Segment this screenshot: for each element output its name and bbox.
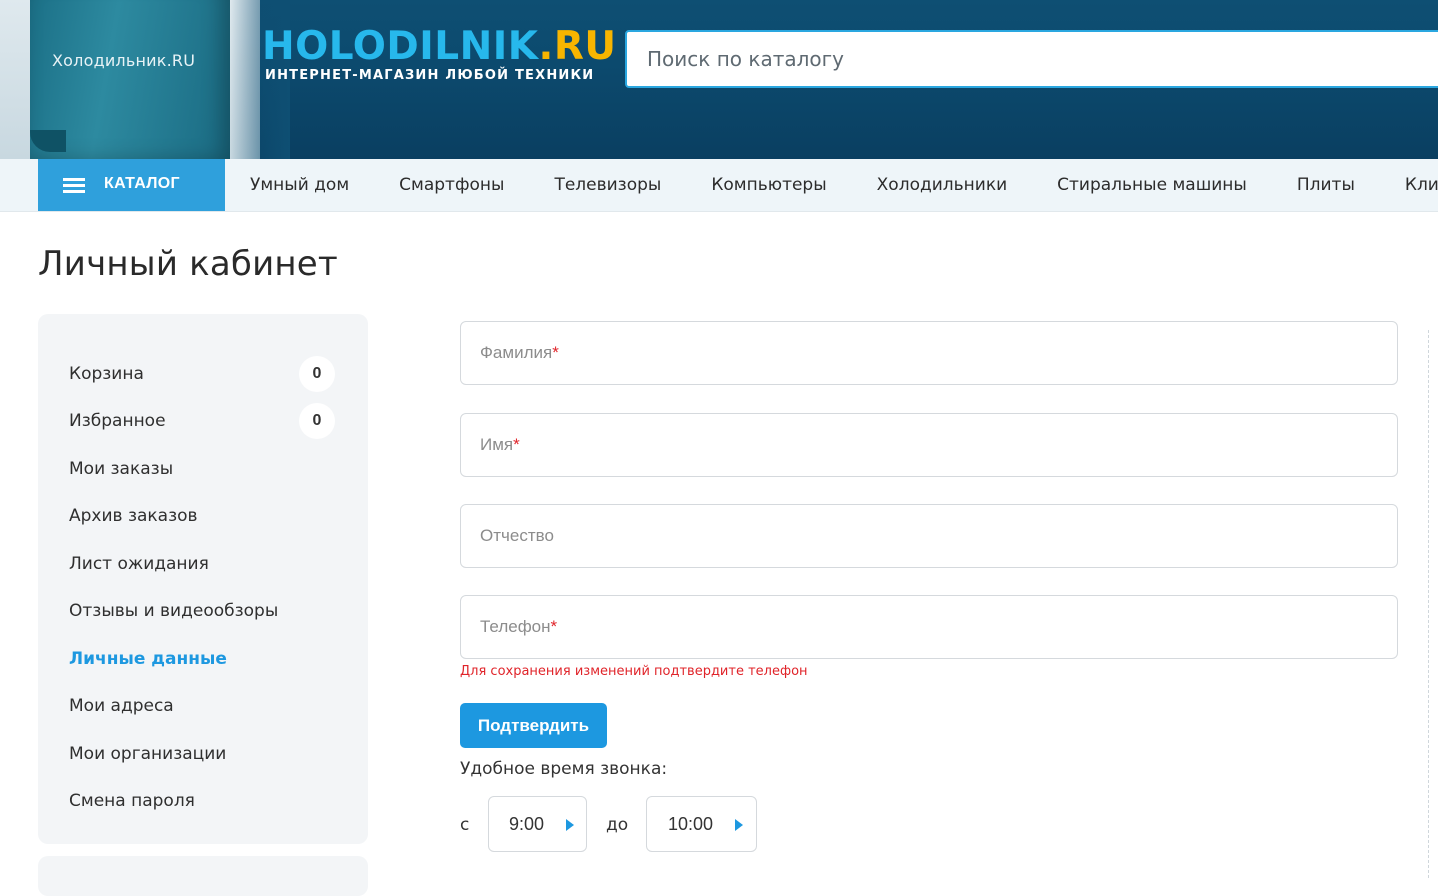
sidebar-item-addresses[interactable]: Мои адреса (69, 696, 174, 716)
sidebar-item-favorites[interactable]: Избранное (69, 411, 166, 431)
sidebar-item-personal-data[interactable]: Личные данные (69, 649, 227, 669)
search-box (625, 30, 1438, 88)
logo-main-text: HOLODILNIK (262, 24, 539, 69)
sidebar-item-waitlist[interactable]: Лист ожидания (69, 554, 209, 574)
logo-suffix-text: .RU (538, 24, 617, 69)
required-mark: * (552, 343, 559, 362)
nav-item-washers[interactable]: Стиральные машины (1032, 159, 1272, 211)
catalog-label: КАТАЛОГ (104, 175, 180, 192)
time-from-value: 9:00 (509, 814, 545, 834)
divider (1428, 330, 1429, 878)
required-mark: * (550, 617, 558, 636)
site-logo[interactable]: HOLODILNIK.RU (262, 26, 617, 68)
nav-item-climate[interactable]: Климат (1380, 159, 1438, 211)
sidebar-item-cart[interactable]: Корзина (69, 364, 144, 384)
sidebar-secondary-panel (38, 856, 368, 896)
site-tagline: ИНТЕРНЕТ-МАГАЗИН ЛЮБОЙ ТЕХНИКИ (265, 68, 595, 83)
first-name-field[interactable]: Имя* (460, 413, 1398, 477)
sidebar-item-reviews[interactable]: Отзывы и видеообзоры (69, 601, 278, 621)
sidebar-item-change-password[interactable]: Смена пароля (69, 791, 195, 811)
confirm-phone-button[interactable]: Подтвердить (460, 703, 607, 748)
main-nav: КАТАЛОГ Умный дом Смартфоны Телевизоры Комп… (0, 159, 1438, 212)
favorites-count-badge: 0 (299, 403, 335, 439)
nav-item-tvs[interactable]: Телевизоры (529, 159, 686, 211)
arrow-right-icon (735, 819, 743, 831)
phone-confirm-warning: Для сохранения изменений подтвердите тел… (460, 664, 808, 679)
arrow-right-icon (566, 819, 574, 831)
first-name-placeholder: Имя (480, 435, 514, 454)
search-input[interactable] (627, 32, 1438, 86)
nav-item-stoves[interactable]: Плиты (1272, 159, 1380, 211)
time-to-select[interactable]: 10:00 (646, 796, 757, 852)
page-title: Личный кабинет (38, 244, 338, 284)
nav-items: Умный дом Смартфоны Телевизоры Компьютеры Хо… (225, 159, 1438, 211)
sidebar-item-orders[interactable]: Мои заказы (69, 459, 173, 479)
cart-count-badge: 0 (299, 356, 335, 392)
promo-fridge-brand: Холодильник.RU (52, 51, 196, 70)
nav-item-fridges[interactable]: Холодильники (852, 159, 1032, 211)
site-header: Холодильник.RU HOLODILNIK.RU ИНТЕРНЕТ-МА… (0, 0, 1438, 159)
nav-item-smart-home[interactable]: Умный дом (225, 159, 374, 211)
call-time-label: Удобное время звонка: (460, 759, 668, 779)
middle-name-placeholder: Отчество (480, 526, 554, 545)
time-to-value: 10:00 (668, 814, 714, 834)
phone-placeholder: Телефон (480, 617, 551, 636)
sidebar-item-orders-archive[interactable]: Архив заказов (69, 506, 198, 526)
nav-item-computers[interactable]: Компьютеры (686, 159, 851, 211)
last-name-field[interactable]: Фамилия* (460, 321, 1398, 385)
account-sidebar: Корзина 0 Избранное 0 Мои заказы Архив з… (38, 314, 368, 844)
last-name-placeholder: Фамилия (480, 343, 553, 362)
middle-name-field[interactable]: Отчество (460, 504, 1398, 568)
menu-icon (63, 178, 85, 194)
nav-item-smartphones[interactable]: Смартфоны (374, 159, 529, 211)
time-from-label: с (460, 815, 470, 835)
time-from-select[interactable]: 9:00 (488, 796, 587, 852)
catalog-button[interactable]: КАТАЛОГ (38, 159, 225, 211)
phone-field[interactable]: Телефон* (460, 595, 1398, 659)
time-to-label: до (606, 815, 629, 835)
required-mark: * (513, 435, 520, 454)
sidebar-item-organizations[interactable]: Мои организации (69, 744, 226, 764)
